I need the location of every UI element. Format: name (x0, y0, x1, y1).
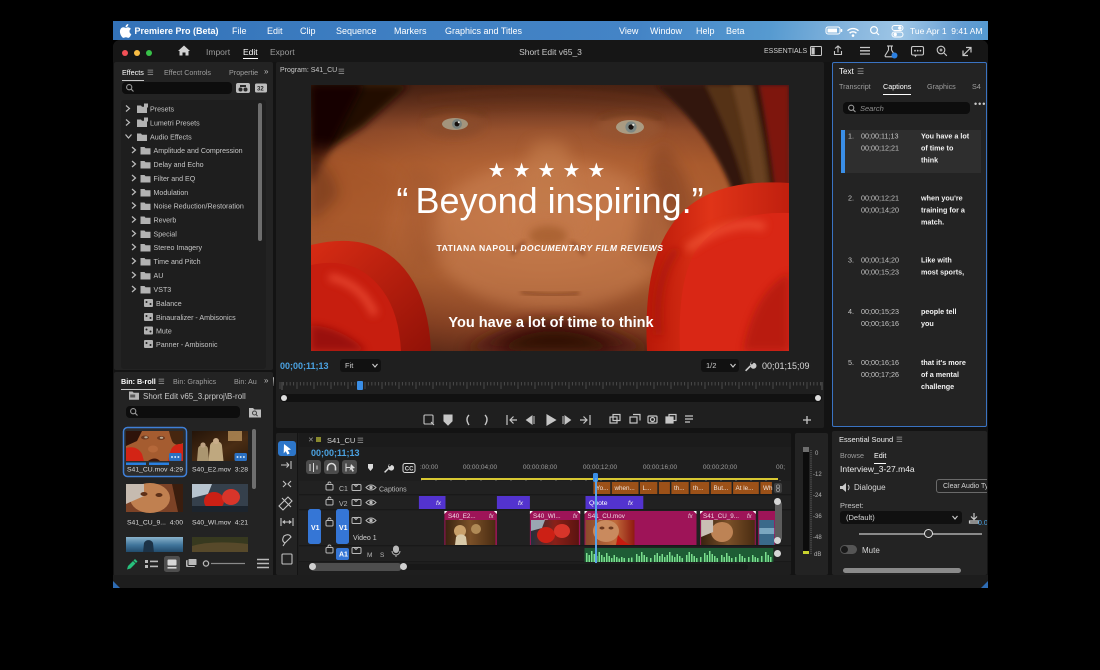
svg-text:4.: 4. (848, 307, 854, 316)
svg-text:L...: L... (643, 485, 652, 492)
svg-text:people tell: people tell (921, 307, 957, 316)
svg-text:Yo...: Yo... (596, 485, 609, 492)
svg-text:Mute: Mute (156, 328, 172, 336)
svg-text:th...: th... (674, 485, 685, 492)
svg-text:00;00;16;16: 00;00;16;16 (861, 319, 899, 328)
svg-text:Special: Special (154, 231, 178, 239)
svg-text:Filter and EQ: Filter and EQ (154, 175, 196, 183)
svg-text:Delay and Echo: Delay and Echo (154, 161, 204, 169)
svg-text:-48: -48 (813, 535, 822, 541)
svg-text:S41_CU.mov: S41_CU.mov (588, 513, 626, 520)
svg-text:00;00;12;21: 00;00;12;21 (861, 144, 899, 153)
svg-text:most sports,: most sports, (921, 268, 964, 277)
svg-text:00;00;16;16: 00;00;16;16 (861, 358, 899, 367)
svg-text:TATIANA NAPOLI, DOCUMENTARY FI: TATIANA NAPOLI, DOCUMENTARY FILM REVIEWS (436, 243, 663, 253)
svg-text:Wh: Wh (763, 485, 773, 492)
svg-text:5.: 5. (848, 358, 854, 367)
svg-text:fx: fx (518, 500, 524, 507)
svg-text:CC: CC (405, 466, 414, 472)
svg-text:2.: 2. (848, 194, 854, 203)
svg-text:S41_CU_9...: S41_CU_9... (127, 520, 166, 527)
svg-text:S40_E2.mov: S40_E2.mov (192, 467, 232, 474)
svg-text:00;00;08;00: 00;00;08;00 (523, 464, 558, 471)
svg-text:match.: match. (921, 218, 944, 227)
svg-text:fx: fx (436, 500, 442, 507)
svg-text:Stereo Imagery: Stereo Imagery (154, 244, 203, 252)
svg-text:Quote: Quote (589, 500, 608, 507)
svg-text:of time to: of time to (921, 144, 954, 153)
svg-text:think: think (921, 156, 938, 165)
svg-text:00;: 00; (776, 464, 785, 471)
svg-text:-12: -12 (813, 472, 822, 478)
svg-text:1.: 1. (848, 132, 854, 141)
svg-text:00;00;15;23: 00;00;15;23 (861, 268, 899, 277)
svg-text:Lumetri Presets: Lumetri Presets (150, 120, 200, 128)
svg-text:You have a lot: You have a lot (921, 132, 970, 141)
svg-text:Noise Reduction/Restoration: Noise Reduction/Restoration (154, 203, 244, 211)
svg-text:4:21: 4:21 (235, 520, 248, 527)
svg-text:of a mental: of a mental (921, 370, 959, 379)
svg-text:4:29: 4:29 (170, 467, 183, 474)
svg-text:00;00;20;00: 00;00;20;00 (703, 464, 738, 471)
svg-text:Presets: Presets (150, 106, 175, 114)
svg-text:Reverb: Reverb (154, 217, 177, 225)
svg-text:You have a lot of time to thin: You have a lot of time to think (448, 315, 654, 331)
svg-text:dB: dB (814, 552, 821, 558)
svg-text:3.: 3. (848, 256, 854, 265)
svg-text:00;00;12;00: 00;00;12;00 (583, 464, 618, 471)
svg-text:AU: AU (154, 272, 164, 280)
svg-text:S41_CU_9...: S41_CU_9... (703, 513, 739, 520)
svg-text:S40_WI...: S40_WI... (533, 513, 561, 520)
svg-text:00;00;11;13: 00;00;11;13 (861, 132, 898, 141)
svg-text:when you're: when you're (920, 194, 963, 203)
svg-text:S41_CU.mov: S41_CU.mov (127, 467, 168, 474)
svg-text:training for a: training for a (921, 206, 966, 215)
svg-text:Time and Pitch: Time and Pitch (154, 258, 201, 266)
svg-text:At le...: At le... (736, 485, 754, 492)
svg-text:32: 32 (257, 87, 264, 93)
svg-text:S40_E2...: S40_E2... (448, 513, 476, 520)
svg-text:fx: fx (628, 500, 634, 507)
svg-text:00;00;04;00: 00;00;04;00 (463, 464, 498, 471)
svg-text:Like with: Like with (921, 256, 952, 265)
svg-text:Amplitude and Compression: Amplitude and Compression (154, 147, 243, 155)
svg-text:S40_WI.mov: S40_WI.mov (192, 520, 232, 527)
svg-text:00;00;15;23: 00;00;15;23 (861, 307, 899, 316)
svg-text:0: 0 (815, 451, 819, 457)
svg-text:But...: But... (714, 485, 729, 492)
svg-text:3:28: 3:28 (235, 467, 248, 474)
svg-text:Audio Effects: Audio Effects (150, 134, 192, 142)
svg-text:00;00;14;20: 00;00;14;20 (861, 256, 899, 265)
svg-text:Balance: Balance (156, 300, 182, 308)
svg-text:00;00;16;00: 00;00;16;00 (643, 464, 678, 471)
svg-text:-36: -36 (813, 514, 822, 520)
svg-text:th...: th... (693, 485, 704, 492)
svg-text:VST3: VST3 (154, 286, 172, 294)
svg-text:4:00: 4:00 (170, 520, 183, 527)
svg-text:you: you (921, 319, 934, 328)
svg-text:when...: when... (614, 485, 636, 492)
svg-text:challenge: challenge (921, 382, 954, 391)
svg-text:-24: -24 (813, 493, 822, 499)
svg-text:“ Beyond inspiring.”: “ Beyond inspiring.” (396, 180, 703, 221)
svg-text:Binauralizer - Ambisonics: Binauralizer - Ambisonics (156, 314, 236, 322)
svg-text:that it's more: that it's more (921, 358, 966, 367)
svg-text::00;00: :00;00 (420, 464, 438, 471)
svg-text:★★★★★: ★★★★★ (488, 160, 613, 182)
svg-text:00;00;14;20: 00;00;14;20 (861, 206, 899, 215)
svg-text:00;00;17;26: 00;00;17;26 (861, 370, 899, 379)
svg-text:Panner - Ambisonic: Panner - Ambisonic (156, 341, 218, 349)
svg-text:00;00;12;21: 00;00;12;21 (861, 194, 899, 203)
svg-text:Modulation: Modulation (154, 189, 189, 197)
